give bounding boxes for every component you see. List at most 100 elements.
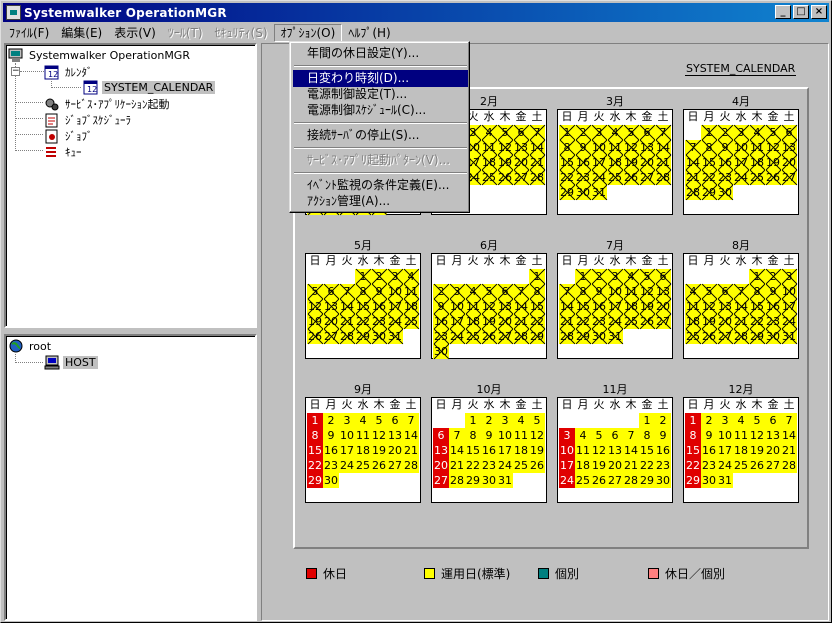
day-cell[interactable]: 11 — [733, 428, 749, 443]
menu-view[interactable]: 表示(V) — [108, 24, 162, 42]
tree-item-job-scheduler[interactable]: ｼﾞｮﾌﾞｽｹｼﾞｭｰﾗ — [44, 112, 133, 128]
day-cell[interactable]: 1 — [307, 413, 323, 428]
day-cell[interactable]: 15 — [701, 155, 717, 170]
day-cell[interactable]: 16 — [591, 299, 607, 314]
day-cell[interactable]: 25 — [481, 170, 497, 185]
object-tree[interactable]: Systemwalker OperationMGR − 12 ｶﾚﾝﾀﾞ 12 … — [4, 43, 257, 328]
day-cell[interactable]: 7 — [449, 428, 465, 443]
day-cell[interactable]: 21 — [781, 443, 797, 458]
day-cell[interactable]: 12 — [307, 299, 323, 314]
day-cell[interactable]: 12 — [701, 299, 717, 314]
day-cell[interactable]: 18 — [575, 458, 591, 473]
day-cell[interactable]: 14 — [449, 443, 465, 458]
day-cell[interactable]: 2 — [655, 413, 671, 428]
day-cell[interactable]: 22 — [749, 314, 765, 329]
day-cell[interactable]: 12 — [639, 284, 655, 299]
day-cell[interactable]: 20 — [513, 155, 529, 170]
day-cell[interactable]: 26 — [591, 473, 607, 488]
day-cell[interactable]: 17 — [449, 314, 465, 329]
day-cell[interactable]: 27 — [497, 329, 513, 344]
day-cell[interactable]: 23 — [717, 170, 733, 185]
day-cell[interactable]: 1 — [701, 125, 717, 140]
day-cell[interactable]: 4 — [749, 125, 765, 140]
day-cell[interactable]: 13 — [323, 299, 339, 314]
day-cell[interactable]: 18 — [481, 155, 497, 170]
day-cell[interactable]: 28 — [403, 458, 419, 473]
day-cell[interactable]: 14 — [559, 299, 575, 314]
day-cell[interactable]: 9 — [323, 428, 339, 443]
menu-help[interactable]: ﾍﾙﾌﾟ(H) — [342, 24, 396, 42]
day-cell[interactable]: 1 — [559, 125, 575, 140]
day-cell[interactable]: 18 — [733, 443, 749, 458]
day-cell[interactable]: 3 — [717, 413, 733, 428]
day-cell[interactable]: 25 — [403, 314, 419, 329]
day-cell[interactable]: 13 — [717, 299, 733, 314]
tree-item-queue[interactable]: ｷｭｰ — [44, 144, 84, 160]
day-cell[interactable]: 7 — [513, 284, 529, 299]
day-cell[interactable]: 21 — [623, 458, 639, 473]
day-cell[interactable]: 11 — [403, 284, 419, 299]
day-cell[interactable]: 27 — [781, 170, 797, 185]
day-cell[interactable]: 13 — [433, 443, 449, 458]
day-cell[interactable]: 11 — [607, 140, 623, 155]
day-cell[interactable]: 22 — [639, 458, 655, 473]
day-cell[interactable]: 20 — [323, 314, 339, 329]
close-button[interactable]: × — [811, 5, 827, 19]
day-cell[interactable]: 21 — [403, 443, 419, 458]
day-cell[interactable]: 30 — [591, 329, 607, 344]
day-cell[interactable]: 29 — [529, 329, 545, 344]
day-cell[interactable]: 6 — [607, 428, 623, 443]
collapse-toggle[interactable]: − — [11, 67, 20, 76]
day-cell[interactable]: 9 — [481, 428, 497, 443]
day-cell[interactable]: 15 — [749, 299, 765, 314]
day-cell[interactable]: 29 — [701, 185, 717, 200]
day-cell[interactable]: 18 — [623, 299, 639, 314]
day-cell[interactable]: 20 — [717, 314, 733, 329]
day-cell[interactable]: 22 — [307, 458, 323, 473]
day-cell[interactable]: 2 — [481, 413, 497, 428]
day-cell[interactable]: 26 — [481, 329, 497, 344]
day-cell[interactable]: 23 — [323, 458, 339, 473]
day-cell[interactable]: 24 — [497, 458, 513, 473]
day-cell[interactable]: 5 — [701, 284, 717, 299]
day-cell[interactable]: 30 — [575, 185, 591, 200]
day-cell[interactable]: 16 — [481, 443, 497, 458]
day-cell[interactable]: 16 — [655, 443, 671, 458]
day-cell[interactable]: 5 — [481, 284, 497, 299]
day-cell[interactable]: 5 — [749, 413, 765, 428]
day-cell[interactable]: 7 — [403, 413, 419, 428]
day-cell[interactable]: 29 — [465, 473, 481, 488]
day-cell[interactable]: 28 — [529, 170, 545, 185]
day-cell[interactable]: 16 — [433, 314, 449, 329]
day-cell[interactable]: 19 — [639, 299, 655, 314]
tree-item-job[interactable]: ｼﾞｮﾌﾞ — [44, 128, 95, 144]
day-cell[interactable]: 26 — [307, 329, 323, 344]
day-cell[interactable]: 19 — [371, 443, 387, 458]
day-cell[interactable]: 5 — [623, 125, 639, 140]
day-cell[interactable]: 20 — [639, 155, 655, 170]
day-cell[interactable]: 24 — [591, 170, 607, 185]
day-cell[interactable]: 24 — [559, 473, 575, 488]
day-cell[interactable]: 3 — [607, 269, 623, 284]
day-cell[interactable]: 14 — [403, 428, 419, 443]
day-cell[interactable]: 23 — [655, 458, 671, 473]
day-cell[interactable]: 28 — [339, 329, 355, 344]
day-cell[interactable]: 29 — [575, 329, 591, 344]
day-cell[interactable]: 17 — [559, 458, 575, 473]
day-cell[interactable]: 4 — [465, 284, 481, 299]
day-cell[interactable]: 17 — [781, 299, 797, 314]
day-cell[interactable]: 23 — [701, 458, 717, 473]
day-cell[interactable]: 20 — [607, 458, 623, 473]
day-cell[interactable]: 20 — [433, 458, 449, 473]
day-cell[interactable]: 31 — [387, 329, 403, 344]
day-cell[interactable]: 21 — [559, 314, 575, 329]
minimize-button[interactable]: _ — [775, 5, 791, 19]
day-cell[interactable]: 25 — [623, 314, 639, 329]
day-cell[interactable]: 17 — [733, 155, 749, 170]
day-cell[interactable]: 27 — [323, 329, 339, 344]
day-cell[interactable]: 8 — [307, 428, 323, 443]
day-cell[interactable]: 8 — [575, 284, 591, 299]
day-cell[interactable]: 15 — [559, 155, 575, 170]
day-cell[interactable]: 4 — [623, 269, 639, 284]
day-cell[interactable]: 11 — [465, 299, 481, 314]
